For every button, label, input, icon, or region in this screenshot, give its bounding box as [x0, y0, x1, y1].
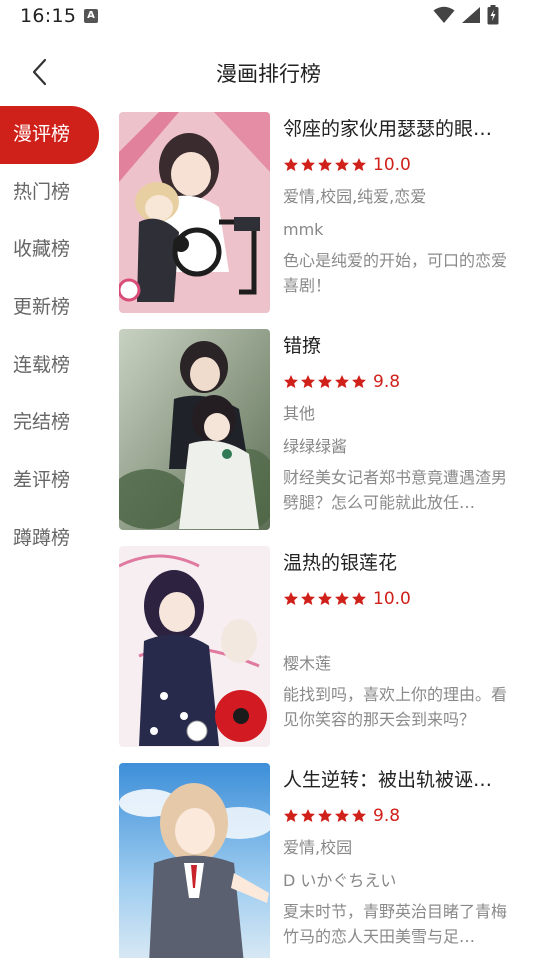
comic-score: 10.0 — [373, 155, 411, 175]
comic-card[interactable]: 温热的银莲花 10.0 樱木莲 能找到吗，喜欢上你的理由。看见你笑容的那天会到来… — [119, 546, 519, 763]
comic-card[interactable]: 人生逆转：被出轨被诬… 9.8 爱情,校园 D いかぐちえい 夏末时节，青野英治… — [119, 763, 519, 958]
star-icon — [284, 592, 298, 605]
comic-description: 财经美女记者郑书意竟遭遇渣男劈腿？怎么可能就此放任… — [283, 468, 508, 512]
comic-description: 夏末时节，青野英治目睹了青梅竹马的恋人天田美雪与足… — [283, 902, 508, 946]
comic-score: 9.8 — [373, 372, 401, 392]
star-icon — [335, 375, 349, 388]
star-icon — [301, 592, 315, 605]
comic-cover[interactable] — [119, 763, 270, 958]
star-icon — [335, 809, 349, 822]
comic-description: 色心是纯爱的开始，可口的恋爱喜剧！ — [283, 251, 508, 295]
comic-tags: 其他 — [283, 404, 316, 423]
notification-icon: A — [84, 9, 98, 23]
comic-author: 樱木莲 — [283, 654, 332, 673]
sidebar-item-comment-rank[interactable]: 漫评榜 — [0, 106, 99, 164]
status-bar: 16:15 A — [0, 0, 537, 34]
comic-info: 错撩 9.8 其他 绿绿绿酱 财经美女记者郑书意竟遭遇渣男劈腿？怎么可能就此放任… — [283, 329, 515, 515]
star-rating — [283, 591, 367, 607]
star-rating — [283, 374, 367, 390]
star-icon — [301, 809, 315, 822]
comic-cover[interactable] — [119, 329, 270, 530]
status-icons — [433, 5, 499, 25]
star-rating — [283, 808, 367, 824]
sidebar-item-update-rank[interactable]: 更新榜 — [0, 279, 100, 337]
comic-list: 邻座的家伙用瑟瑟的眼… 10.0 爱情,校园,纯爱,恋爱 mmk 色心是纯爱的开… — [119, 112, 519, 958]
star-icon — [301, 375, 315, 388]
sidebar-item-bad-review-rank[interactable]: 差评榜 — [0, 452, 100, 510]
comic-cover[interactable] — [119, 112, 270, 313]
comic-title[interactable]: 温热的银莲花 — [283, 546, 515, 582]
cell-signal-icon — [462, 7, 480, 23]
star-icon — [284, 375, 298, 388]
comic-tags: 爱情,校园 — [283, 838, 353, 857]
sidebar-item-favorite-rank[interactable]: 收藏榜 — [0, 221, 100, 279]
comic-title[interactable]: 错撩 — [283, 329, 515, 365]
star-icon — [352, 592, 366, 605]
star-icon — [301, 158, 315, 171]
status-time: 16:15 — [20, 5, 77, 27]
comic-tags — [283, 614, 515, 647]
header: 漫画排行榜 — [0, 44, 537, 104]
sidebar-item-serial-rank[interactable]: 连载榜 — [0, 337, 100, 395]
sidebar-item-completed-rank[interactable]: 完结榜 — [0, 394, 100, 452]
wifi-icon — [433, 6, 455, 23]
star-icon — [318, 592, 332, 605]
star-icon — [352, 375, 366, 388]
star-icon — [335, 158, 349, 171]
sidebar-item-hot-rank[interactable]: 热门榜 — [0, 164, 100, 222]
comic-author: mmk — [283, 220, 324, 239]
star-icon — [318, 375, 332, 388]
comic-card[interactable]: 错撩 9.8 其他 绿绿绿酱 财经美女记者郑书意竟遭遇渣男劈腿？怎么可能就此放任… — [119, 329, 519, 546]
star-rating — [283, 157, 367, 173]
comic-rating: 9.8 — [283, 801, 515, 831]
comic-tags: 爱情,校园,纯爱,恋爱 — [283, 187, 427, 206]
comic-score: 10.0 — [373, 589, 411, 609]
comic-description: 能找到吗，喜欢上你的理由。看见你笑容的那天会到来吗？ — [283, 685, 508, 729]
comic-card[interactable]: 邻座的家伙用瑟瑟的眼… 10.0 爱情,校园,纯爱,恋爱 mmk 色心是纯爱的开… — [119, 112, 519, 329]
sidebar-item-waiting-rank[interactable]: 蹲蹲榜 — [0, 510, 100, 568]
comic-info: 邻座的家伙用瑟瑟的眼… 10.0 爱情,校园,纯爱,恋爱 mmk 色心是纯爱的开… — [283, 112, 515, 298]
comic-title[interactable]: 邻座的家伙用瑟瑟的眼… — [283, 112, 515, 148]
star-icon — [352, 158, 366, 171]
battery-icon — [487, 5, 499, 25]
ranking-sidebar: 漫评榜 热门榜 收藏榜 更新榜 连载榜 完结榜 差评榜 蹲蹲榜 — [0, 106, 100, 568]
star-icon — [318, 158, 332, 171]
star-icon — [335, 592, 349, 605]
star-icon — [284, 809, 298, 822]
comic-info: 温热的银莲花 10.0 樱木莲 能找到吗，喜欢上你的理由。看见你笑容的那天会到来… — [283, 546, 515, 732]
star-icon — [352, 809, 366, 822]
comic-author: D いかぐちえい — [283, 871, 397, 890]
comic-rating: 10.0 — [283, 150, 515, 180]
comic-score: 9.8 — [373, 806, 401, 826]
page-title: 漫画排行榜 — [216, 62, 321, 86]
comic-rating: 9.8 — [283, 367, 515, 397]
star-icon — [318, 809, 332, 822]
comic-cover[interactable] — [119, 546, 270, 747]
comic-title[interactable]: 人生逆转：被出轨被诬… — [283, 763, 515, 799]
comic-info: 人生逆转：被出轨被诬… 9.8 爱情,校园 D いかぐちえい 夏末时节，青野英治… — [283, 763, 515, 949]
comic-rating: 10.0 — [283, 584, 515, 614]
star-icon — [284, 158, 298, 171]
comic-author: 绿绿绿酱 — [283, 437, 348, 456]
